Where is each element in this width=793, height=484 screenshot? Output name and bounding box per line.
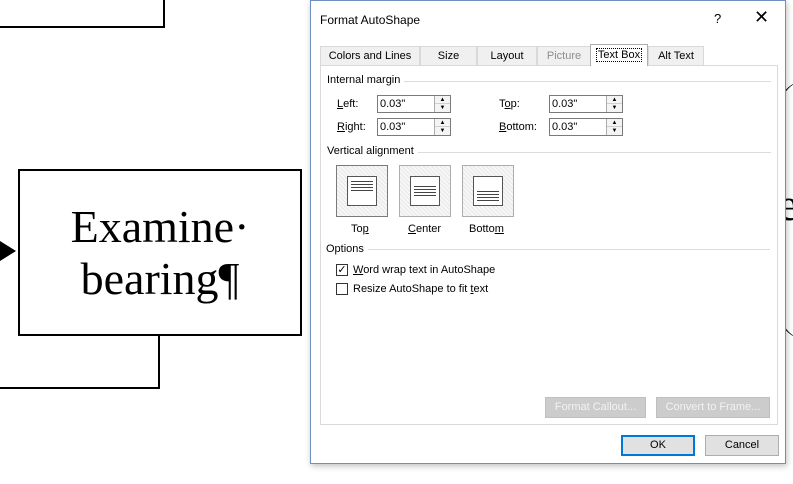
top-margin-label: Top:: [499, 98, 520, 110]
word-wrap-label: Word wrap text in AutoShape: [353, 264, 496, 276]
valign-top-label: Top: [351, 223, 369, 235]
connector-line: [0, 26, 165, 28]
internal-margin-label: Internal margin: [327, 74, 405, 86]
format-callout-button: Format Callout...: [545, 397, 646, 418]
valign-bottom-label: Bottom: [469, 223, 504, 235]
options-label: Options: [326, 243, 368, 255]
format-autoshape-dialog: Format AutoShape ? ✕ Colors and Lines Si…: [310, 0, 786, 464]
shape-text-line: Examine·: [70, 200, 250, 252]
connector-line: [158, 332, 160, 389]
help-button[interactable]: ?: [714, 11, 721, 26]
top-margin-input[interactable]: [550, 96, 610, 112]
valign-center-button[interactable]: [399, 165, 451, 217]
flowchart-shape[interactable]: Examine· bearing¶: [18, 169, 302, 336]
tab-picture: Picture: [537, 46, 591, 65]
connector-line: [163, 0, 165, 28]
align-top-icon: [347, 176, 377, 206]
tab-alt-text[interactable]: Alt Text: [648, 46, 704, 65]
resize-autoshape-checkbox[interactable]: [336, 283, 348, 295]
spin-up-icon[interactable]: ▲: [435, 119, 450, 127]
group-divider: [326, 249, 770, 250]
spin-up-icon[interactable]: ▲: [607, 96, 622, 104]
spin-up-icon[interactable]: ▲: [607, 119, 622, 127]
right-margin-input[interactable]: [378, 119, 438, 135]
left-margin-input[interactable]: [378, 96, 438, 112]
spin-down-icon[interactable]: ▼: [435, 127, 450, 135]
arrow-head-icon: [0, 241, 16, 261]
tab-layout[interactable]: Layout: [477, 46, 537, 65]
spin-down-icon[interactable]: ▼: [435, 104, 450, 112]
right-margin-label: Right:: [337, 121, 366, 133]
cancel-button[interactable]: Cancel: [705, 435, 779, 456]
resize-autoshape-label: Resize AutoShape to fit text: [353, 283, 489, 295]
align-bottom-icon: [473, 176, 503, 206]
dialog-titlebar[interactable]: Format AutoShape ? ✕: [311, 1, 785, 39]
valign-top-button[interactable]: [336, 165, 388, 217]
bottom-margin-input[interactable]: [550, 119, 610, 135]
left-margin-label: Left:: [337, 98, 359, 110]
align-center-icon: [410, 176, 440, 206]
valign-center-label: Center: [408, 223, 442, 235]
shape-text-line: bearing¶: [80, 252, 240, 304]
bottom-margin-label: Bottom:: [499, 121, 537, 133]
bottom-margin-spinner: ▲▼: [549, 118, 623, 136]
left-margin-spinner: ▲▼: [377, 95, 451, 113]
close-icon[interactable]: ✕: [754, 7, 769, 28]
right-margin-spinner: ▲▼: [377, 118, 451, 136]
text-box-panel: Internal margin Left: ▲▼ Right: ▲▼ Top: …: [320, 65, 778, 425]
convert-to-frame-button: Convert to Frame...: [656, 397, 770, 418]
tab-size[interactable]: Size: [420, 46, 477, 65]
tab-strip: Colors and Lines Size Layout Picture Tex…: [320, 44, 776, 66]
vertical-alignment-label: Vertical alignment: [327, 145, 418, 157]
tab-colors-and-lines[interactable]: Colors and Lines: [320, 46, 420, 65]
word-wrap-checkbox[interactable]: ✓: [336, 264, 348, 276]
valign-bottom-button[interactable]: [462, 165, 514, 217]
ok-button[interactable]: OK: [621, 435, 695, 456]
connector-line: [0, 387, 160, 389]
dialog-title: Format AutoShape: [320, 13, 421, 27]
spin-down-icon[interactable]: ▼: [607, 104, 622, 112]
top-margin-spinner: ▲▼: [549, 95, 623, 113]
spin-down-icon[interactable]: ▼: [607, 127, 622, 135]
tab-text-box[interactable]: Text Box: [590, 44, 648, 66]
spin-up-icon[interactable]: ▲: [435, 96, 450, 104]
